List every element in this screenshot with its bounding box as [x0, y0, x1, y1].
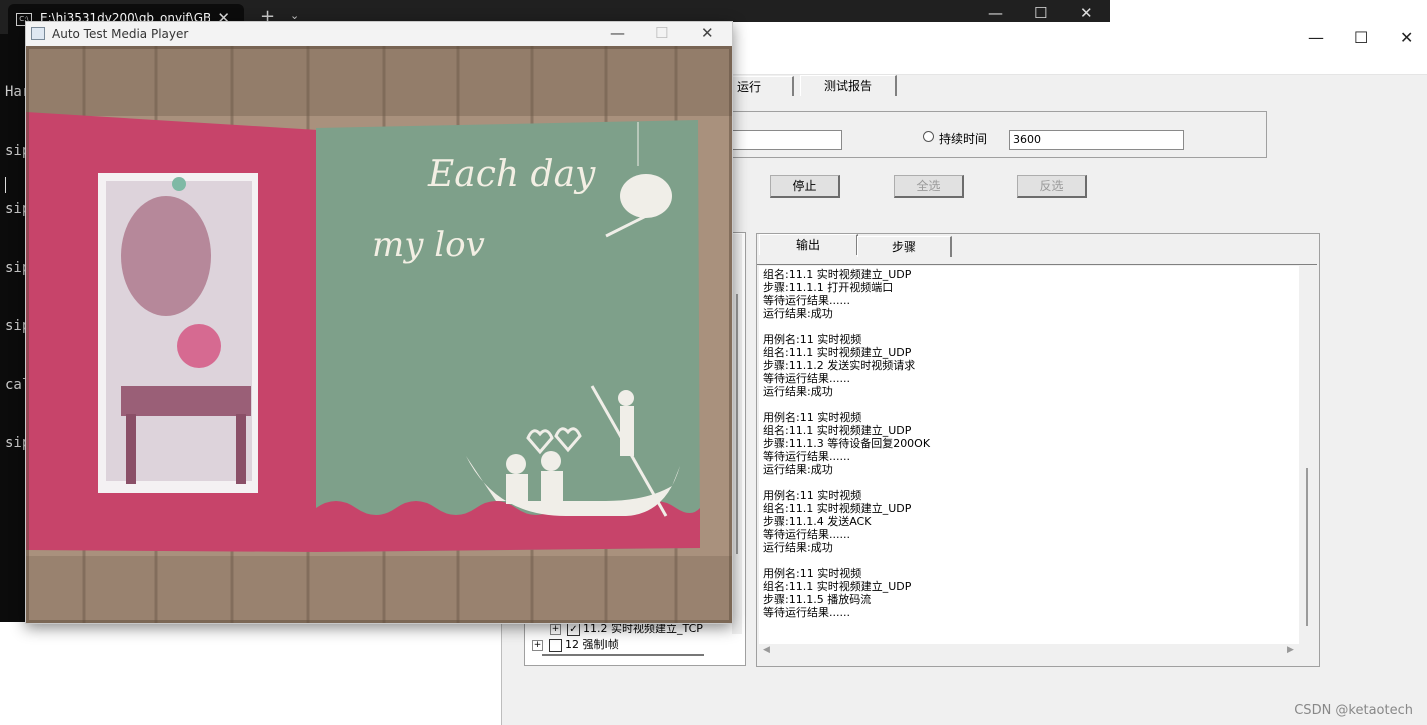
- player-close-button[interactable]: ✕: [701, 24, 714, 42]
- output-line: 步骤:11.1.1 打开视频端口: [763, 281, 894, 294]
- video-image: Each day my lov: [26, 46, 732, 623]
- stop-button[interactable]: 停止: [770, 175, 840, 198]
- video-text-my-lov: my lov: [372, 225, 485, 265]
- terminal-close-button[interactable]: ✕: [1080, 4, 1093, 22]
- player-minimize-button[interactable]: —: [610, 24, 625, 42]
- output-line: 用例名:11 实时视频: [763, 567, 862, 580]
- video-frame[interactable]: Each day my lov: [26, 46, 732, 623]
- media-player-window[interactable]: Auto Test Media Player — ☐ ✕ Each day my…: [25, 21, 733, 624]
- output-log: 组名:11.1 实时视频建立_UDP 步骤:11.1.1 打开视频端口 等待运行结果…: [763, 268, 930, 619]
- cupid: [620, 174, 672, 218]
- output-line: 步骤:11.1.2 发送实时视频请求: [763, 359, 916, 372]
- expand-icon[interactable]: +: [532, 639, 543, 651]
- checkbox-unchecked[interactable]: [549, 638, 562, 652]
- output-line: 步骤:11.1.5 播放码流: [763, 593, 872, 606]
- output-line: 用例名:11 实时视频: [763, 489, 862, 502]
- player-titlebar: Auto Test Media Player — ☐ ✕: [26, 22, 732, 46]
- output-line: 运行结果:成功: [763, 463, 833, 476]
- output-line: 运行结果:成功: [763, 307, 833, 320]
- tab-run[interactable]: 运行: [728, 76, 794, 96]
- output-line: 组名:11.1 实时视频建立_UDP: [763, 580, 912, 593]
- tab-output[interactable]: 输出: [759, 234, 858, 255]
- chair-back: [121, 196, 211, 316]
- tree-item-label: 12 强制I帧: [565, 638, 619, 651]
- output-line: 等待运行结果......: [763, 528, 850, 541]
- output-line: 等待运行结果......: [763, 372, 850, 385]
- tree-scrollbar[interactable]: [732, 234, 742, 634]
- output-textbox[interactable]: 组名:11.1 实时视频建立_UDP 步骤:11.1.1 打开视频端口 等待运行结果…: [759, 266, 1299, 648]
- tool-maximize-button[interactable]: ☐: [1354, 28, 1368, 47]
- expand-icon[interactable]: +: [550, 623, 561, 635]
- output-line: 组名:11.1 实时视频建立_UDP: [763, 268, 912, 281]
- output-vscroll-thumb[interactable]: [1306, 468, 1308, 626]
- terminal-minimize-button[interactable]: —: [988, 4, 1003, 22]
- tree-hscroll-thumb[interactable]: [542, 654, 704, 656]
- scroll-right-icon[interactable]: ▶: [1287, 645, 1294, 655]
- text-cursor: [5, 177, 6, 193]
- output-line: 步骤:11.1.3 等待设备回复200OK: [763, 437, 931, 450]
- output-line: 等待运行结果......: [763, 450, 850, 463]
- tab-steps[interactable]: 步骤: [857, 236, 952, 257]
- app-icon: [31, 27, 45, 40]
- chair-seat: [121, 386, 251, 416]
- invert-selection-button[interactable]: 反选: [1017, 175, 1087, 198]
- checkbox-checked[interactable]: ✓: [567, 622, 580, 636]
- output-line: 用例名:11 实时视频: [763, 411, 862, 424]
- tool-close-button[interactable]: ✕: [1400, 28, 1413, 47]
- scroll-left-icon[interactable]: ◀: [763, 645, 770, 655]
- count-field[interactable]: [730, 130, 842, 150]
- bouquet: [177, 324, 221, 368]
- duration-label: 持续时间: [939, 132, 988, 146]
- output-line: 运行结果:成功: [763, 385, 833, 398]
- player-title: Auto Test Media Player: [52, 27, 189, 41]
- tab-test-report[interactable]: 测试报告: [800, 75, 897, 96]
- tree-scroll-thumb[interactable]: [736, 294, 738, 554]
- output-line: 组名:11.1 实时视频建立_UDP: [763, 346, 912, 359]
- person-1: [506, 454, 526, 474]
- gondolier: [618, 390, 634, 406]
- output-line: 用例名:11 实时视频: [763, 333, 862, 346]
- output-line: 运行结果:成功: [763, 541, 833, 554]
- duration-field[interactable]: 3600: [1009, 130, 1184, 150]
- output-vscrollbar[interactable]: [1299, 266, 1315, 648]
- person-2: [541, 451, 561, 471]
- pin: [172, 177, 186, 191]
- select-all-button[interactable]: 全选: [894, 175, 964, 198]
- tree-item[interactable]: +12 强制I帧: [532, 636, 619, 652]
- duration-radio[interactable]: [923, 131, 934, 142]
- player-maximize-button[interactable]: ☐: [655, 24, 668, 42]
- terminal-maximize-button[interactable]: ☐: [1034, 4, 1047, 22]
- output-line: 组名:11.1 实时视频建立_UDP: [763, 424, 912, 437]
- output-hscrollbar[interactable]: ◀ ▶: [759, 644, 1299, 660]
- output-line: 等待运行结果......: [763, 606, 850, 619]
- output-line: 组名:11.1 实时视频建立_UDP: [763, 502, 912, 515]
- video-text-each-day: Each day: [427, 154, 596, 195]
- output-line: 等待运行结果......: [763, 294, 850, 307]
- watermark: CSDN @ketaotech: [1294, 703, 1413, 718]
- tool-minimize-button[interactable]: —: [1308, 28, 1324, 47]
- output-line: 步骤:11.1.4 发送ACK: [763, 515, 872, 528]
- tab-divider: [757, 264, 1317, 265]
